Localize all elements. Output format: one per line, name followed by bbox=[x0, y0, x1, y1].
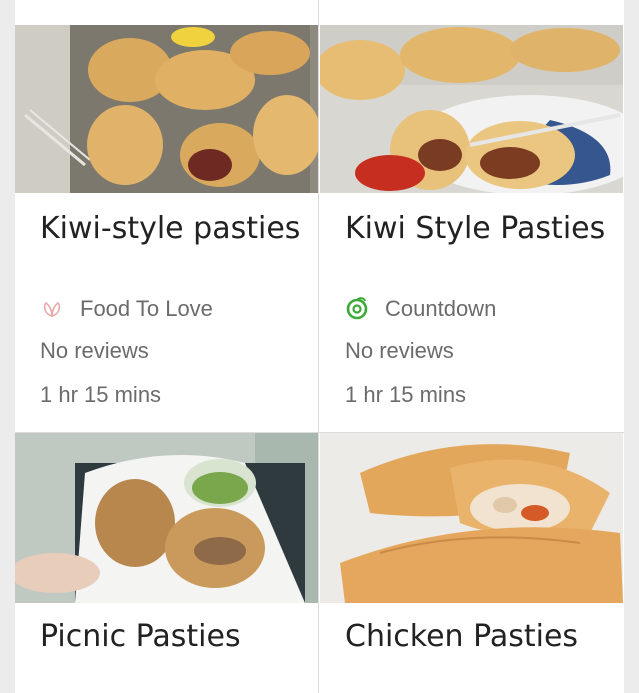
recipe-card[interactable]: Chicken Pasties bbox=[320, 433, 623, 693]
recipe-source: Food To Love bbox=[40, 296, 213, 322]
recipe-image[interactable] bbox=[15, 433, 318, 603]
column-divider bbox=[318, 0, 319, 693]
recipe-time: 1 hr 15 mins bbox=[40, 382, 162, 407]
leaf-icon bbox=[40, 297, 64, 321]
recipe-card[interactable]: Kiwi-style pasties Food To Love No revie… bbox=[15, 0, 318, 432]
recipe-source-label: Food To Love bbox=[80, 296, 213, 321]
recipe-source-label: Countdown bbox=[385, 296, 497, 321]
recipe-time: 1 hr 15 mins bbox=[345, 382, 467, 407]
recipe-image[interactable] bbox=[15, 25, 318, 193]
recipe-reviews: No reviews bbox=[345, 338, 454, 363]
recipe-source: Countdown bbox=[345, 296, 496, 322]
recipe-image[interactable] bbox=[320, 433, 623, 603]
recipe-title[interactable]: Picnic Pasties bbox=[40, 619, 241, 654]
recipe-card[interactable]: Kiwi Style Pasties Countdown No reviews … bbox=[320, 0, 623, 432]
recipe-grid: Kiwi-style pasties Food To Love No revie… bbox=[15, 0, 624, 693]
recipe-title[interactable]: Kiwi Style Pasties bbox=[345, 211, 605, 246]
recipe-card[interactable]: Picnic Pasties bbox=[15, 433, 318, 693]
recipe-title[interactable]: Chicken Pasties bbox=[345, 619, 578, 654]
recipe-reviews: No reviews bbox=[40, 338, 149, 363]
recipe-title[interactable]: Kiwi-style pasties bbox=[40, 211, 300, 246]
countdown-logo-icon bbox=[345, 297, 369, 321]
recipe-image[interactable] bbox=[320, 25, 623, 193]
